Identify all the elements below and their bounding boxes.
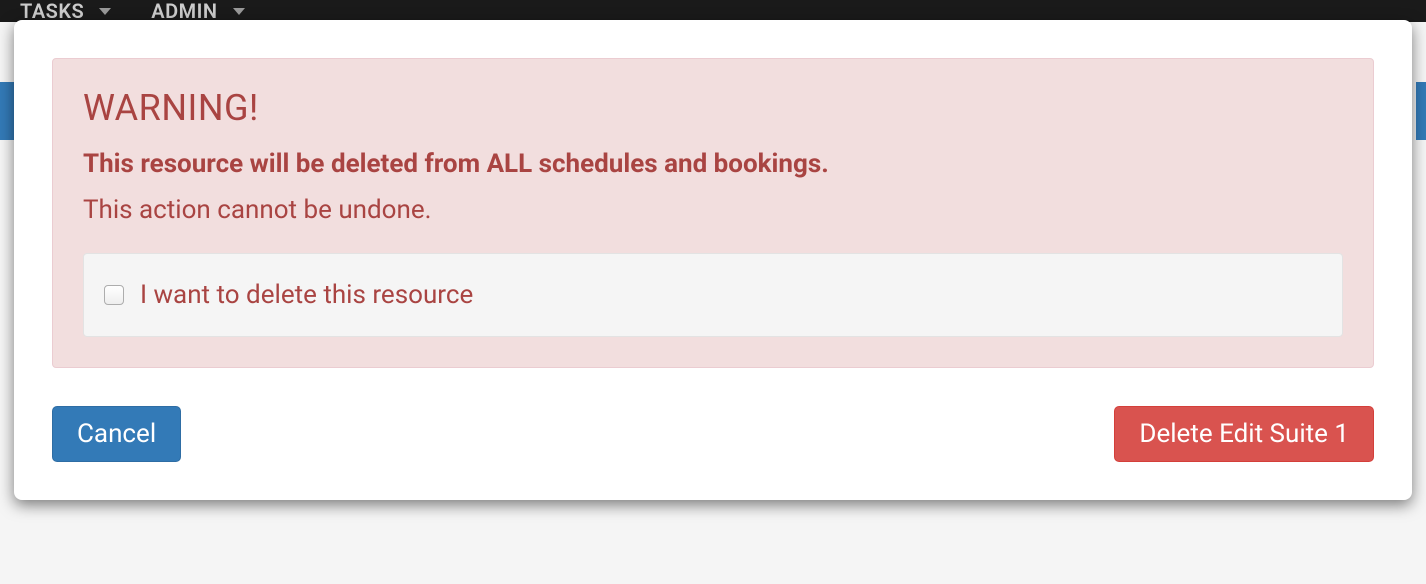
alert-title: WARNING! [83, 87, 1343, 129]
backdrop-strip [0, 82, 14, 140]
warning-alert: WARNING! This resource will be deleted f… [52, 58, 1374, 368]
confirm-delete-checkbox[interactable] [104, 285, 124, 305]
delete-button[interactable]: Delete Edit Suite 1 [1114, 406, 1374, 462]
modal-footer: Cancel Delete Edit Suite 1 [52, 406, 1374, 462]
backdrop-strip [1416, 82, 1426, 140]
cancel-button[interactable]: Cancel [52, 406, 181, 462]
alert-strong-text: This resource will be deleted from ALL s… [83, 149, 1343, 179]
top-nav-bar: TASKS ADMIN [0, 0, 1426, 22]
confirm-checkbox-container: I want to delete this resource [83, 253, 1343, 337]
delete-confirmation-modal: WARNING! This resource will be deleted f… [14, 20, 1412, 500]
alert-text: This action cannot be undone. [83, 195, 1343, 225]
confirm-delete-label[interactable]: I want to delete this resource [140, 280, 473, 310]
chevron-down-icon [233, 8, 245, 15]
chevron-down-icon [99, 8, 111, 15]
